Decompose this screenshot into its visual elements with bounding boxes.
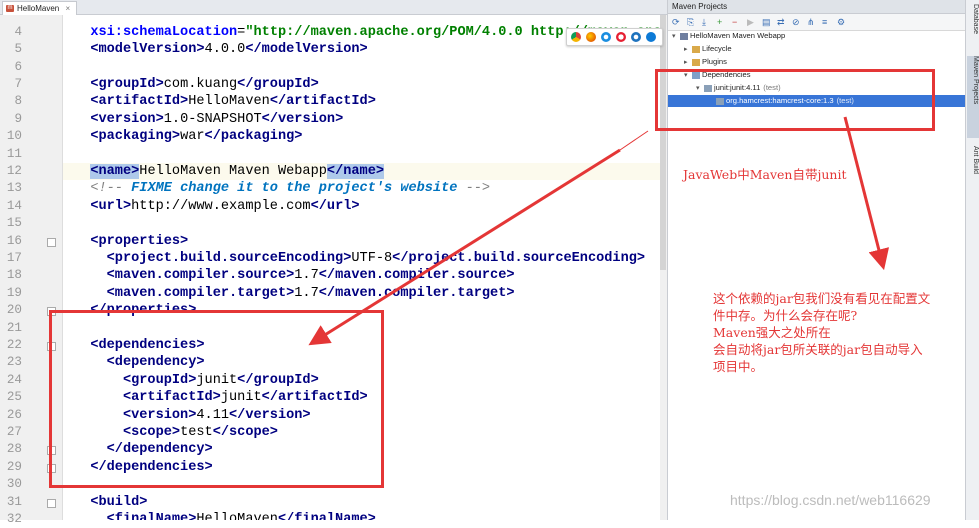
annotation-note-line: 会自动将jar包所关联的jar包自动导入 (713, 342, 923, 357)
annotation-note-line: 项目中。 (713, 359, 764, 374)
annotation-note-line: 这个依赖的jar包我们没有看见在配置文 (713, 291, 931, 306)
watermark: https://blog.csdn.net/web116629 (730, 492, 931, 508)
annotation-note-line: 件中存。为什么会存在呢? (713, 308, 858, 323)
annotation-arrows (308, 116, 890, 346)
annotation-note-junit: JavaWeb中Maven自带junit (683, 167, 847, 182)
arrow-to-pom (308, 148, 621, 346)
annotation-note-line: Maven强大之处所在 (713, 325, 831, 340)
arrow-to-note (843, 116, 890, 271)
thin-pointer-line (619, 130, 649, 151)
